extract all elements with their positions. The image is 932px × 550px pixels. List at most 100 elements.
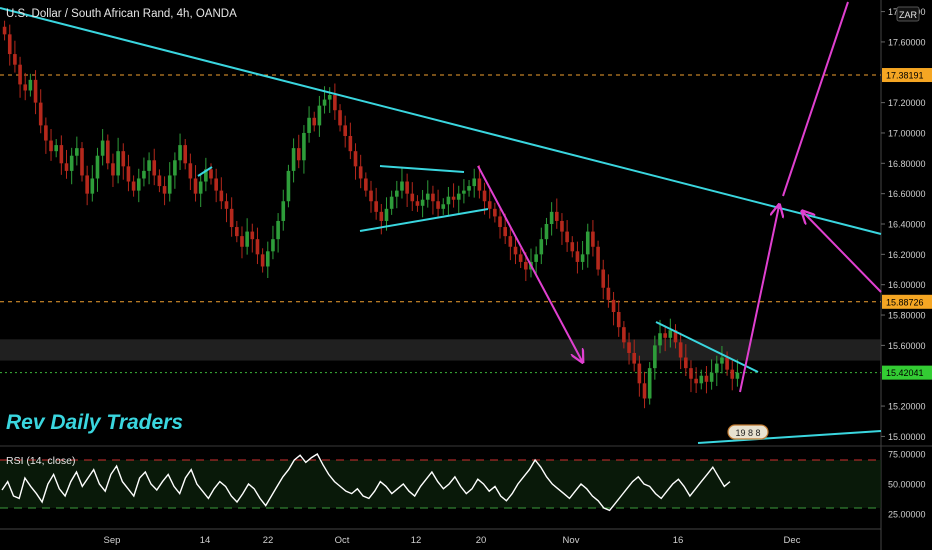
- price-tick-label: 16.20000: [888, 250, 926, 260]
- candle-body: [446, 196, 451, 205]
- candle-body: [157, 175, 162, 187]
- symbol-title[interactable]: U.S. Dollar / South African Rand, 4h, OA…: [6, 8, 237, 20]
- candle-body: [265, 251, 270, 267]
- currency-badge[interactable]: ZAR: [896, 6, 920, 22]
- candle-body: [369, 190, 373, 202]
- candle-body: [549, 211, 554, 224]
- time-tick-label: Nov: [563, 535, 580, 546]
- candle-body: [606, 287, 611, 300]
- candle-body: [508, 236, 513, 247]
- candle-body: [410, 193, 415, 202]
- candle-body: [498, 216, 502, 228]
- time-tick-label: Sep: [104, 535, 121, 546]
- candle-body: [456, 193, 461, 200]
- candle-body: [374, 201, 378, 212]
- candle-body: [296, 148, 301, 161]
- candle-body: [591, 231, 595, 247]
- candle-body: [198, 181, 203, 194]
- rsi-band-fill: [0, 460, 881, 508]
- time-tick-label: 20: [476, 535, 487, 546]
- candle-body: [735, 372, 740, 379]
- candle-body: [276, 220, 280, 240]
- candle-body: [90, 178, 95, 194]
- candle-body: [302, 132, 306, 161]
- candle-body: [286, 170, 291, 202]
- candle-body: [131, 181, 136, 191]
- candle-body: [482, 190, 487, 202]
- event-marker-text: 19 8 8: [735, 428, 760, 438]
- event-marker[interactable]: 19 8 8: [727, 424, 769, 440]
- candle-body: [317, 105, 322, 126]
- candle-body: [400, 181, 404, 191]
- candle-body: [560, 220, 564, 232]
- candle-body: [503, 227, 507, 237]
- candle-body: [420, 199, 425, 206]
- candle-body: [44, 125, 48, 141]
- candle-body: [49, 140, 53, 152]
- candle-body: [13, 54, 17, 65]
- rsi-title[interactable]: RSI (14, close): [6, 455, 75, 467]
- rsi-tick-label: 50.00000: [888, 480, 926, 490]
- price-tick-label: 15.60000: [888, 341, 926, 351]
- candle-body: [596, 246, 600, 270]
- candle-body: [425, 193, 430, 200]
- candle-body: [694, 378, 698, 384]
- candle-body: [436, 201, 440, 209]
- candle-body: [183, 145, 188, 164]
- candle-body: [513, 246, 518, 255]
- candle-body: [80, 148, 84, 176]
- chart-window: 19 8 8 17.8000017.6000017.2000017.000001…: [0, 0, 932, 550]
- candle-body: [111, 163, 115, 176]
- currency-badge-text: ZAR: [899, 10, 918, 20]
- time-tick-label: 22: [263, 535, 274, 546]
- candle-body: [209, 169, 213, 179]
- candle-body: [291, 148, 296, 171]
- candle-body: [689, 368, 693, 379]
- candle-body: [33, 79, 38, 103]
- time-tick-label: Oct: [335, 535, 350, 546]
- candle-body: [214, 178, 218, 191]
- candle-body: [467, 186, 471, 191]
- candle-body: [219, 190, 224, 202]
- candle-body: [327, 95, 332, 100]
- price-badge-label: 15.42041: [886, 368, 924, 378]
- candle-body: [240, 236, 244, 247]
- price-tick-label: 17.60000: [888, 37, 926, 47]
- price-badge-label: 15.88726: [886, 297, 924, 307]
- candle-body: [394, 190, 399, 197]
- candle-body: [59, 145, 64, 164]
- time-tick-label: 12: [411, 535, 422, 546]
- price-tick-label: 15.00000: [888, 432, 926, 442]
- rsi-tick-label: 75.00000: [888, 450, 926, 460]
- candle-body: [431, 193, 435, 202]
- candle-body: [379, 211, 384, 221]
- candle-body: [7, 34, 12, 55]
- candle-body: [637, 363, 642, 384]
- candle-body: [322, 99, 327, 106]
- candle-body: [663, 333, 667, 338]
- candle-body: [271, 239, 275, 252]
- candle-body: [534, 254, 538, 262]
- time-tick-label: 14: [200, 535, 211, 546]
- candle-body: [730, 369, 735, 379]
- candle-body: [188, 163, 193, 179]
- candle-body: [678, 342, 683, 358]
- candle-body: [653, 345, 657, 369]
- time-tick-label: Dec: [784, 535, 801, 546]
- candle-body: [28, 79, 33, 91]
- candle-body: [601, 269, 606, 288]
- candle-body: [312, 117, 317, 126]
- candle-body: [611, 299, 616, 312]
- candle-body: [333, 95, 337, 111]
- candle-body: [100, 140, 105, 156]
- candle-body: [415, 201, 420, 206]
- price-chart-canvas[interactable]: 19 8 8 17.8000017.6000017.2000017.000001…: [0, 0, 932, 550]
- candle-body: [167, 175, 172, 194]
- candle-body: [668, 330, 673, 338]
- candle-body: [580, 254, 585, 262]
- price-tick-label: 16.60000: [888, 189, 926, 199]
- watermark-text: Rev Daily Traders: [6, 411, 183, 434]
- candle-body: [38, 102, 43, 126]
- candle-body: [622, 327, 626, 343]
- candle-body: [709, 372, 714, 382]
